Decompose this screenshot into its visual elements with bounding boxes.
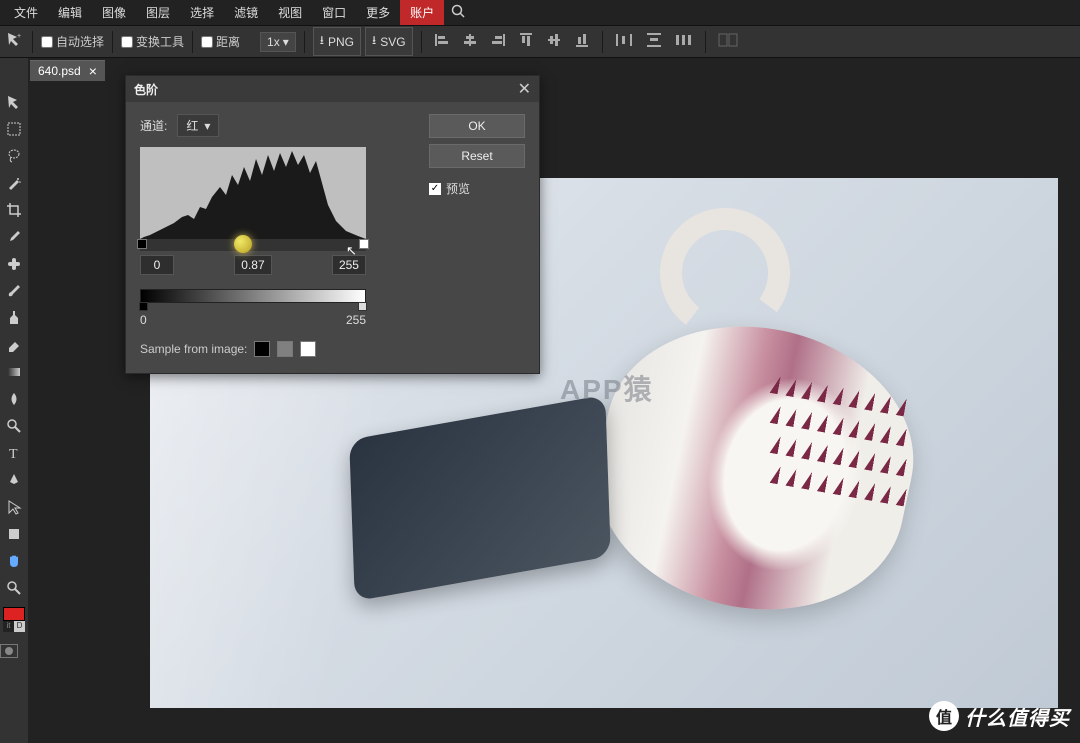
- magic-wand-tool[interactable]: [0, 169, 28, 196]
- distribute-space-icon[interactable]: [671, 29, 697, 54]
- menu-bar: 文件 编辑 图像 图层 选择 滤镜 视图 窗口 更多 账户: [0, 0, 1080, 26]
- menu-view[interactable]: 视图: [268, 0, 312, 25]
- svg-text:T: T: [9, 447, 18, 461]
- eyedropper-tool[interactable]: [0, 223, 28, 250]
- menu-layer[interactable]: 图层: [136, 0, 180, 25]
- menu-edit[interactable]: 编辑: [48, 0, 92, 25]
- move-tool[interactable]: [0, 88, 28, 115]
- dodge-tool[interactable]: [0, 412, 28, 439]
- distribute-v-icon[interactable]: [641, 29, 667, 54]
- ok-button[interactable]: OK: [429, 114, 525, 138]
- menu-window[interactable]: 窗口: [312, 0, 356, 25]
- download-icon: ⭳: [320, 31, 324, 52]
- marquee-tool[interactable]: [0, 115, 28, 142]
- lasso-tool[interactable]: [0, 142, 28, 169]
- close-tab-icon[interactable]: ×: [89, 64, 97, 78]
- search-icon[interactable]: [450, 3, 466, 22]
- transform-tool-checkbox[interactable]: 变换工具: [121, 33, 184, 50]
- blur-tool[interactable]: [0, 385, 28, 412]
- output-black-field[interactable]: 0: [140, 313, 147, 327]
- dialog-close-icon[interactable]: ✕: [518, 79, 531, 99]
- output-white-field[interactable]: 255: [346, 313, 366, 327]
- gamma-handle[interactable]: ↖: [234, 235, 252, 253]
- hand-tool[interactable]: [0, 547, 28, 574]
- menu-more[interactable]: 更多: [356, 0, 400, 25]
- eraser-tool[interactable]: [0, 331, 28, 358]
- dialog-header[interactable]: 色阶 ✕: [126, 76, 539, 102]
- channel-dropdown[interactable]: 红▾: [177, 114, 219, 137]
- path-select-tool[interactable]: [0, 493, 28, 520]
- shape-tool[interactable]: [0, 520, 28, 547]
- crop-tool[interactable]: [0, 196, 28, 223]
- export-svg-button[interactable]: ⭳SVG: [365, 27, 413, 56]
- gradient-tool[interactable]: [0, 358, 28, 385]
- zoom-tool[interactable]: [0, 574, 28, 601]
- align-top-icon[interactable]: [514, 29, 538, 54]
- logo-badge: 值: [929, 701, 959, 731]
- quick-mask-button[interactable]: [0, 644, 18, 658]
- export-png-button[interactable]: ⭳PNG: [313, 27, 361, 56]
- menu-account[interactable]: 账户: [400, 0, 444, 25]
- auto-select-checkbox[interactable]: 自动选择: [41, 33, 104, 50]
- menu-select[interactable]: 选择: [180, 0, 224, 25]
- menu-image[interactable]: 图像: [92, 0, 136, 25]
- align-left-icon[interactable]: [430, 29, 454, 54]
- preview-checkbox[interactable]: ✓预览: [429, 180, 525, 197]
- download-icon: ⭳: [372, 31, 376, 52]
- color-swatches[interactable]: itD: [0, 607, 28, 632]
- pen-tool[interactable]: [0, 466, 28, 493]
- channel-label: 通道:: [140, 117, 167, 134]
- align-center-h-icon[interactable]: [458, 29, 482, 54]
- align-bottom-icon[interactable]: [570, 29, 594, 54]
- chevron-down-icon: ▾: [204, 119, 210, 133]
- align-right-icon[interactable]: [486, 29, 510, 54]
- output-black-handle[interactable]: [139, 302, 148, 311]
- foreground-swatch[interactable]: [3, 607, 25, 621]
- brush-tool[interactable]: [0, 277, 28, 304]
- distance-checkbox[interactable]: 距离: [201, 33, 240, 50]
- menu-filter[interactable]: 滤镜: [224, 0, 268, 25]
- histogram: [140, 147, 366, 239]
- distance-value: [244, 40, 256, 44]
- tab-label: 640.psd: [38, 64, 81, 78]
- move-indicator-icon: +: [6, 31, 24, 52]
- input-levels-slider[interactable]: ↖: [140, 239, 366, 251]
- distribute-h-icon[interactable]: [611, 29, 637, 54]
- sample-white-swatch[interactable]: [300, 341, 316, 357]
- chevron-down-icon: ▾: [283, 35, 289, 49]
- cursor-icon: ↖: [346, 243, 357, 259]
- site-logo: 值 什么值得买: [929, 701, 1070, 731]
- type-tool[interactable]: T: [0, 439, 28, 466]
- clone-tool[interactable]: [0, 304, 28, 331]
- options-bar: + 自动选择 变换工具 距离 1x▾ ⭳PNG ⭳SVG: [0, 26, 1080, 58]
- sample-gray-swatch[interactable]: [277, 341, 293, 357]
- output-levels-slider[interactable]: [140, 289, 366, 303]
- levels-dialog: 色阶 ✕ 通道: 红▾ OK Reset ✓预览 ↖: [125, 75, 540, 374]
- menu-file[interactable]: 文件: [4, 0, 48, 25]
- document-tab[interactable]: 640.psd ×: [30, 60, 105, 81]
- align-center-v-icon[interactable]: [542, 29, 566, 54]
- reset-button[interactable]: Reset: [429, 144, 525, 168]
- logo-text: 什么值得买: [965, 702, 1070, 731]
- sample-label: Sample from image:: [140, 342, 247, 356]
- more-options-icon[interactable]: [714, 30, 742, 53]
- white-point-handle[interactable]: [359, 239, 369, 249]
- svg-text:+: +: [17, 33, 21, 40]
- zoom-dropdown[interactable]: 1x▾: [260, 32, 296, 52]
- sample-black-swatch[interactable]: [254, 341, 270, 357]
- dialog-title: 色阶: [134, 81, 158, 98]
- input-black-field[interactable]: 0: [140, 255, 174, 275]
- healing-tool[interactable]: [0, 250, 28, 277]
- input-gamma-field[interactable]: 0.87: [234, 255, 271, 275]
- black-point-handle[interactable]: [137, 239, 147, 249]
- output-white-handle[interactable]: [358, 302, 367, 311]
- left-toolbar: T itD: [0, 58, 28, 743]
- watermark-text: APP猿: [560, 368, 654, 408]
